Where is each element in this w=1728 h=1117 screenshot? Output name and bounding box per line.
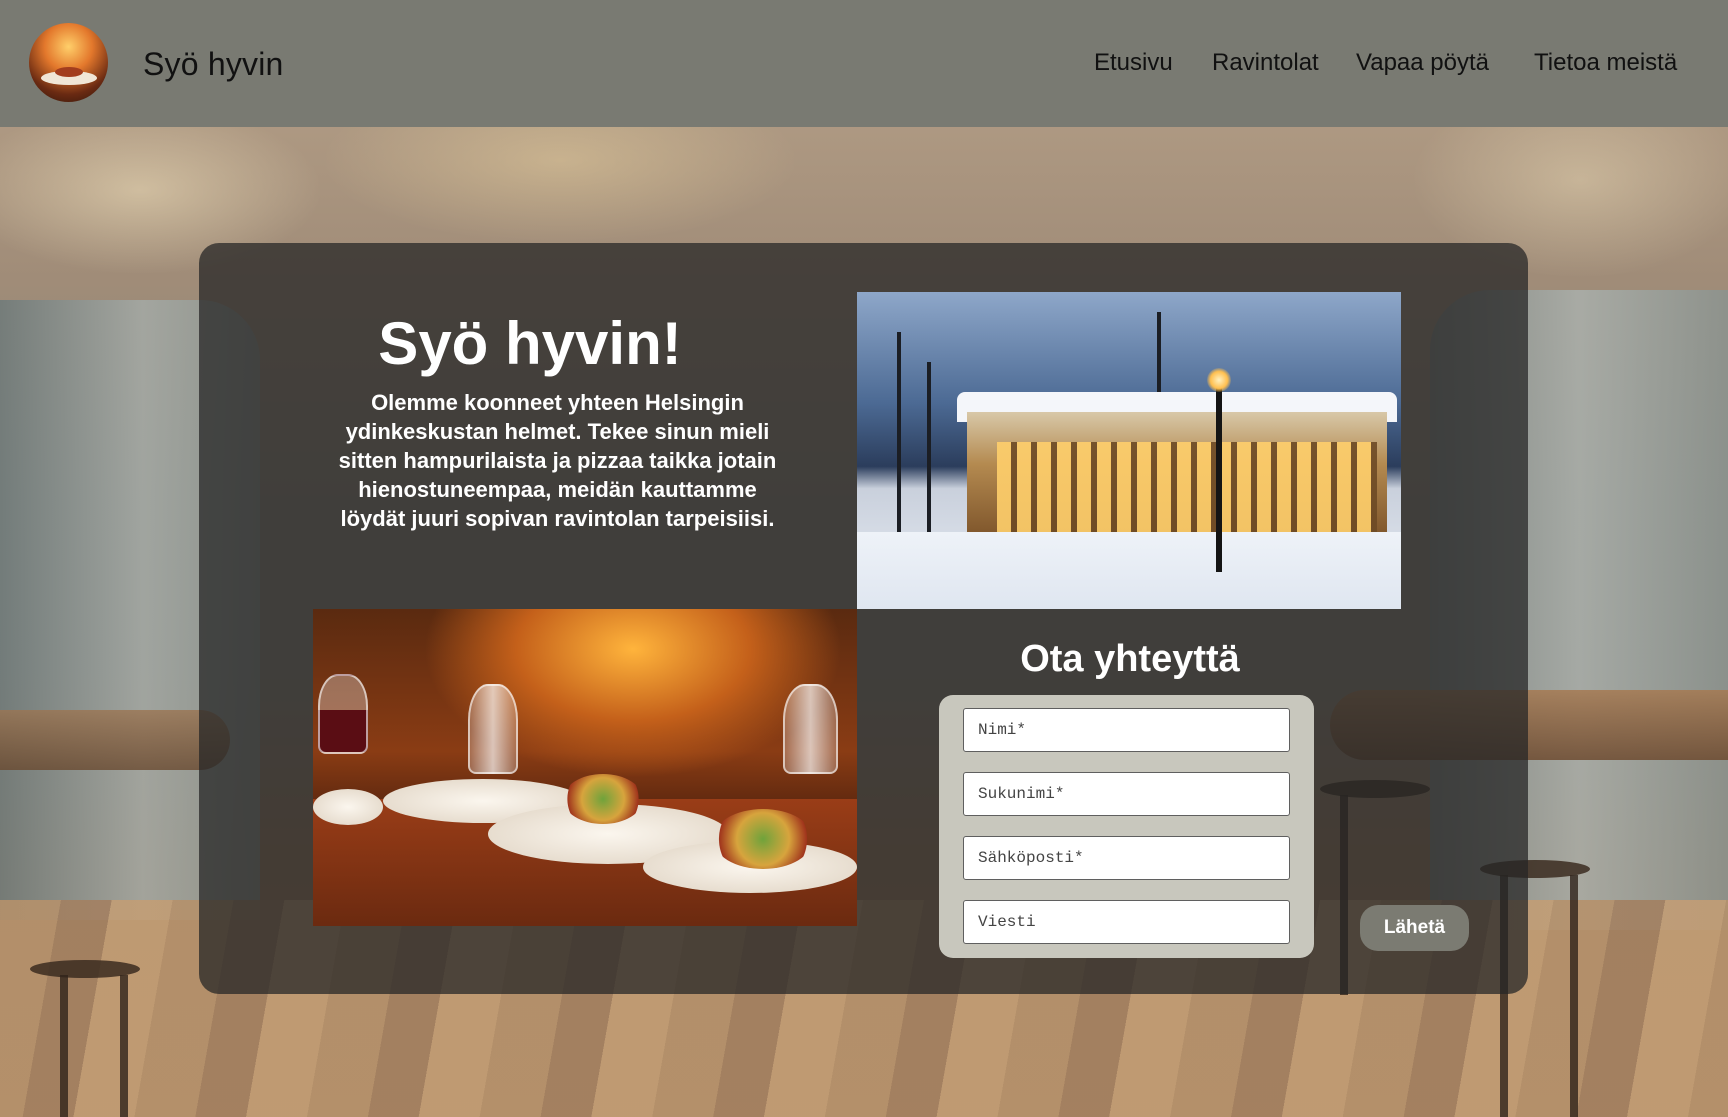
hero-description: Olemme koonneet yhteen Helsingin ydinkes… — [338, 390, 777, 531]
background-table — [0, 710, 230, 770]
logo-image[interactable] — [29, 23, 108, 102]
last-name-input[interactable] — [963, 772, 1290, 816]
nav-link-ravintolat[interactable]: Ravintolat — [1212, 49, 1319, 77]
background-stool-leg — [60, 975, 68, 1117]
background-stool-leg — [1570, 875, 1578, 1117]
winter-restaurant-photo — [857, 292, 1401, 609]
hero-title: Syö hyvin! — [378, 310, 682, 377]
message-input[interactable] — [963, 900, 1290, 944]
first-name-input[interactable] — [963, 708, 1290, 752]
nav-link-etusivu[interactable]: Etusivu — [1094, 49, 1173, 77]
nav-link-vapaa-poyta[interactable]: Vapaa pöytä — [1356, 49, 1489, 77]
submit-button[interactable]: Lähetä — [1360, 905, 1469, 951]
email-input[interactable] — [963, 836, 1290, 880]
dining-table-photo — [313, 609, 857, 926]
background-stool-leg — [120, 975, 128, 1117]
site-header: Syö hyvin Etusivu Ravintolat Vapaa pöytä… — [0, 0, 1728, 127]
brand-title[interactable]: Syö hyvin — [143, 46, 284, 83]
contact-title: Ota yhteyttä — [1020, 638, 1240, 680]
nav-link-tietoa-meista[interactable]: Tietoa meistä — [1534, 49, 1677, 77]
